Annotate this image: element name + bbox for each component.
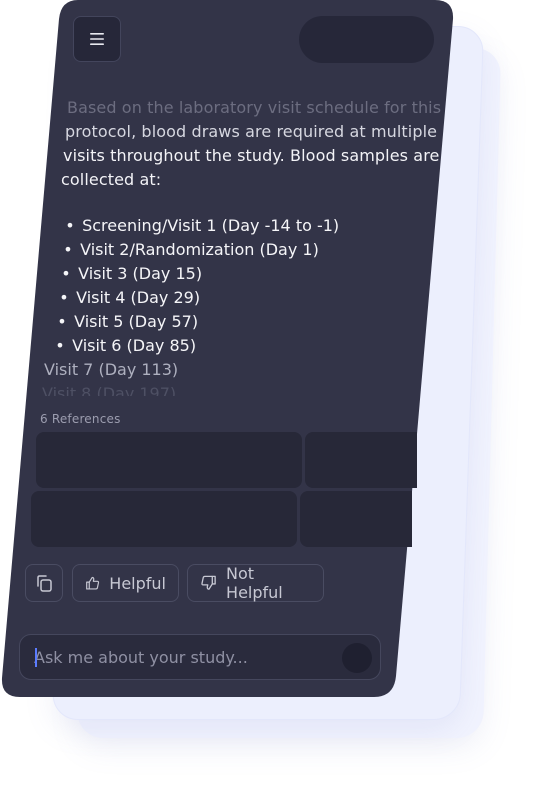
header-pill-placeholder xyxy=(299,16,434,63)
hamburger-menu-icon xyxy=(90,33,104,45)
answer-line: visits throughout the study. Blood sampl… xyxy=(63,146,440,165)
answer-line: Based on the laboratory visit schedule f… xyxy=(67,98,442,117)
chat-input[interactable] xyxy=(34,635,334,679)
reference-card[interactable] xyxy=(31,491,297,547)
answer-line: protocol, blood draws are required at mu… xyxy=(65,122,438,141)
reference-card[interactable] xyxy=(36,432,302,488)
list-item: • Visit 4 (Day 29) xyxy=(59,288,201,307)
chat-input-box xyxy=(19,634,381,680)
menu-button[interactable] xyxy=(73,16,121,62)
references-label: 6 References xyxy=(40,412,121,426)
not-helpful-label: Not Helpful xyxy=(226,564,283,602)
thumbs-down-icon xyxy=(201,575,216,590)
copy-icon xyxy=(37,575,52,592)
list-item: • Screening/Visit 1 (Day -14 to -1) xyxy=(65,216,340,235)
list-item: • Visit 5 (Day 57) xyxy=(57,312,199,331)
text-caret xyxy=(35,648,37,667)
reference-card[interactable] xyxy=(300,491,412,547)
helpful-label: Helpful xyxy=(109,573,166,593)
chat-panel: Based on the laboratory visit schedule f… xyxy=(0,0,538,808)
reference-card[interactable] xyxy=(305,432,417,488)
assistant-answer: Based on the laboratory visit schedule f… xyxy=(60,96,442,192)
list-item-faded: Visit 7 (Day 113) xyxy=(44,360,179,379)
list-item: • Visit 3 (Day 15) xyxy=(61,264,203,283)
answer-line: collected at: xyxy=(61,170,162,189)
not-helpful-button[interactable]: Not Helpful xyxy=(187,564,324,602)
list-item: • Visit 6 (Day 85) xyxy=(55,336,197,355)
send-button[interactable] xyxy=(342,643,372,673)
list-item-faded: Visit 8 (Day 197) xyxy=(42,384,177,396)
list-item: • Visit 2/Randomization (Day 1) xyxy=(63,240,319,259)
helpful-button[interactable]: Helpful xyxy=(72,564,179,602)
thumbs-up-icon xyxy=(86,576,100,590)
copy-button[interactable] xyxy=(25,564,63,602)
